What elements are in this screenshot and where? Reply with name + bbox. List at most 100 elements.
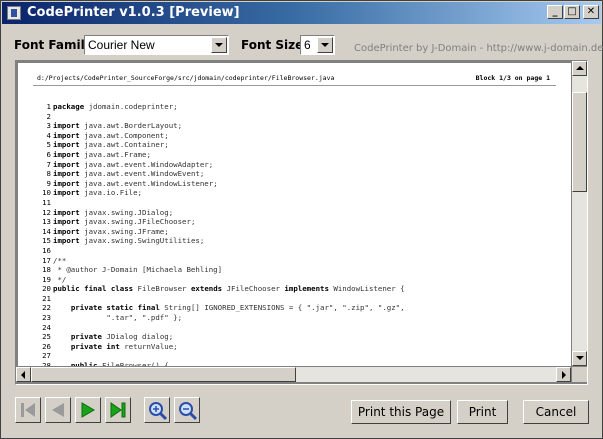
java-app-icon — [7, 6, 21, 20]
previous-page-button[interactable] — [45, 397, 71, 423]
previous-page-icon — [52, 403, 64, 417]
line-text: import java.awt.event.WindowAdapter; — [53, 159, 214, 169]
line-text: import java.awt.BorderLayout; — [53, 121, 183, 131]
code-line: 1 package jdomain.codeprinter; — [33, 102, 553, 112]
close-button[interactable]: ✕ — [583, 5, 599, 19]
first-page-button[interactable] — [15, 397, 41, 423]
line-number: 10 — [42, 188, 51, 198]
line-text: /** — [53, 255, 67, 265]
code-line: 2 — [33, 112, 553, 122]
line-number: 20 — [42, 284, 51, 294]
line-text: import java.awt.event.WindowListener; — [53, 178, 218, 188]
code-line: 9 import java.awt.event.WindowListener; — [33, 179, 553, 189]
font-size-value: 6 — [304, 38, 311, 52]
code-line: 20 public final class FileBrowser extends… — [33, 284, 553, 294]
scroll-corner — [572, 367, 587, 382]
code-line: 19 */ — [33, 275, 553, 285]
line-text: public final class FileBrowser extends J… — [53, 284, 405, 294]
code-line: 11 — [33, 198, 553, 208]
vertical-scroll-thumb[interactable] — [572, 92, 587, 192]
minimize-button[interactable]: _ — [547, 5, 563, 19]
page-header: d:/Projects/CodePrinter_SourceForge/src/… — [33, 74, 556, 86]
code-line: 3 import java.awt.BorderLayout; — [33, 121, 553, 131]
font-size-label: Font Size: — [241, 38, 309, 52]
line-text: import java.awt.Component; — [53, 130, 169, 140]
title-bar[interactable]: CodePrinter v1.0.3 [Preview] _ □ ✕ — [2, 2, 601, 24]
last-page-icon — [110, 402, 126, 418]
horizontal-scroll-thumb[interactable] — [31, 367, 296, 382]
next-page-button[interactable] — [75, 397, 101, 423]
app-window: CodePrinter v1.0.3 [Preview] _ □ ✕ Font … — [0, 0, 603, 439]
line-text: private JDialog dialog; — [70, 332, 174, 342]
code-line: 28 public FileBrowser() { — [33, 361, 553, 366]
scroll-up-arrow-icon[interactable] — [572, 61, 587, 76]
scroll-right-arrow-icon[interactable] — [556, 367, 571, 382]
line-number: 6 — [46, 149, 51, 159]
scroll-left-arrow-icon[interactable] — [16, 367, 31, 382]
line-text: */ — [53, 274, 67, 284]
code-listing: 1 package jdomain.codeprinter; 2 3 import ja… — [33, 102, 553, 366]
cancel-button[interactable]: Cancel — [523, 400, 589, 424]
line-text: private int returnValue; — [70, 341, 178, 351]
font-family-select[interactable]: Courier New — [84, 35, 229, 55]
line-number: 16 — [42, 245, 51, 255]
code-line: 12 import javax.swing.JDialog; — [33, 208, 553, 218]
line-text: import java.awt.event.WindowEvent; — [53, 169, 205, 179]
zoom-in-button[interactable] — [144, 397, 170, 423]
line-text: ".tar", ".pdf" }; — [53, 313, 183, 323]
code-line: 25 private JDialog dialog; — [33, 332, 553, 342]
code-line: 16 — [33, 246, 553, 256]
line-number: 23 — [42, 313, 51, 323]
code-line: 22 private static final String[] IGNORED… — [33, 303, 553, 313]
code-line: 6 import java.awt.Frame; — [33, 150, 553, 160]
line-number: 8 — [46, 169, 51, 179]
line-number: 3 — [46, 121, 51, 131]
line-number: 11 — [42, 197, 51, 207]
line-number: 9 — [46, 178, 51, 188]
line-text: import javax.swing.JFrame; — [53, 226, 169, 236]
code-line: 27 — [33, 351, 553, 361]
line-number: 24 — [42, 322, 51, 332]
font-size-select[interactable]: 6 — [300, 35, 335, 55]
line-text: public FileBrowser() { — [70, 361, 169, 366]
line-number: 21 — [42, 293, 51, 303]
print-this-page-button[interactable]: Print this Page — [351, 400, 451, 424]
line-text: package jdomain.codeprinter; — [53, 102, 178, 111]
code-line: 24 — [33, 323, 553, 333]
code-line: 5 import java.awt.Container; — [33, 140, 553, 150]
code-line: 13 import javax.swing.JFileChooser; — [33, 217, 553, 227]
line-text: * @author J-Domain [Michaela Behling] — [53, 265, 223, 275]
line-number: 22 — [42, 303, 51, 313]
line-text: private static final String[] IGNORED_EX… — [70, 303, 405, 313]
line-number: 5 — [46, 140, 51, 150]
line-number: 17 — [42, 255, 51, 265]
preview-panel: d:/Projects/CodePrinter_SourceForge/src/… — [15, 60, 588, 385]
zoom-out-icon — [179, 402, 198, 421]
scroll-down-arrow-icon[interactable] — [572, 351, 587, 366]
line-number: 12 — [42, 207, 51, 217]
code-line: 15 import javax.swing.SwingUtilities; — [33, 236, 553, 246]
vertical-scrollbar[interactable] — [572, 61, 587, 366]
chevron-down-icon[interactable] — [211, 37, 227, 53]
code-line: 17/** — [33, 256, 553, 266]
line-number: 25 — [42, 332, 51, 342]
line-number: 1 — [46, 102, 51, 111]
line-number: 2 — [46, 111, 51, 121]
line-number: 13 — [42, 217, 51, 227]
font-family-value: Courier New — [88, 38, 155, 52]
zoom-out-button[interactable] — [174, 397, 200, 423]
horizontal-scrollbar[interactable] — [16, 367, 571, 382]
code-line: 21 — [33, 294, 553, 304]
code-line: 14 import javax.swing.JFrame; — [33, 227, 553, 237]
print-button[interactable]: Print — [457, 400, 508, 424]
zoom-in-icon — [149, 402, 168, 421]
maximize-button[interactable]: □ — [564, 5, 580, 19]
last-page-button[interactable] — [105, 397, 131, 423]
line-text: import javax.swing.JFileChooser; — [53, 217, 196, 227]
first-page-icon — [21, 403, 35, 417]
line-text: import javax.swing.JDialog; — [53, 207, 174, 217]
chevron-down-icon[interactable] — [317, 37, 333, 53]
line-number: 27 — [42, 351, 51, 361]
line-number: 7 — [46, 159, 51, 169]
line-number: 19 — [42, 274, 51, 284]
